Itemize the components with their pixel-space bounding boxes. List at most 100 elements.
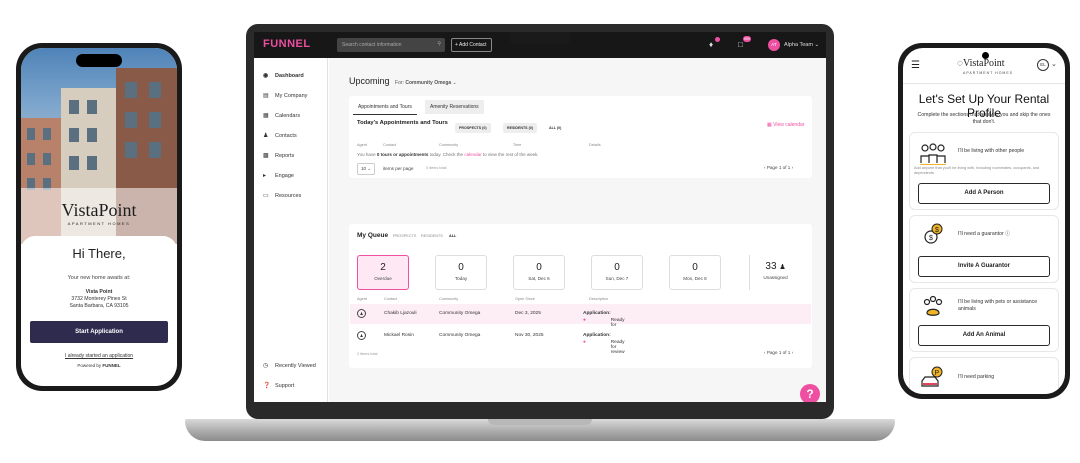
card-hint: Add anyone that you'll be living with, i… (914, 166, 1040, 175)
sidebar-item-resources[interactable]: ▭ Resources (263, 192, 301, 200)
info-icon[interactable]: ⓘ (1005, 231, 1010, 237)
queue-filter-all[interactable]: ALL (449, 234, 456, 238)
queue-pagination[interactable]: ‹ Page 1 of 1 › (764, 350, 793, 355)
view-calendar-link[interactable]: ▦ View calendar (767, 122, 804, 128)
queue-stat-sat[interactable]: 0 Sat, Dec 6 (513, 255, 565, 290)
search-icon: ⚲ (437, 41, 441, 47)
empty-post: to view the rest of the week. (481, 152, 539, 157)
team-selector[interactable]: Alpha Team ⌄ (784, 42, 819, 48)
powered-by: Powered by FUNNEL (21, 363, 177, 368)
queue-stat-sun[interactable]: 0 Sun, Dec 7 (591, 255, 643, 290)
welcome-card: Hi There, Your new home awaits at: Vista… (21, 236, 177, 386)
person-icon: ♟ (357, 309, 366, 318)
add-contact-icon: + (455, 42, 458, 48)
language-selector[interactable]: EL (1037, 59, 1049, 71)
sidebar-item-reports[interactable]: ▩ Reports (263, 152, 294, 160)
empty-message: You have 0 tours or appointments today. … (357, 152, 539, 157)
laptop-screen: FUNNEL Search contact information ⚲ + Ad… (254, 32, 826, 402)
community-name: Community Omega (405, 80, 452, 86)
tab-appointments[interactable]: Appointments and Tours (353, 100, 417, 115)
add-person-button[interactable]: Add A Person (918, 183, 1050, 204)
sidebar-item-calendars[interactable]: ▦ Calendars (263, 112, 300, 120)
camera-notch (509, 32, 571, 44)
card-label: I'll be living with other people (958, 148, 1025, 154)
desc-bold: Application: (583, 311, 611, 316)
help-button[interactable]: ? (800, 384, 820, 402)
invite-guarantor-button[interactable]: Invite A Guarantor (918, 256, 1050, 277)
col-community: Community (439, 143, 459, 147)
row-contact[interactable]: Chakib Ljazouli (384, 311, 417, 316)
people-icon (920, 143, 946, 165)
start-application-button[interactable]: Start Application (30, 321, 168, 343)
camera-dot (982, 52, 989, 59)
sidebar-item-engage[interactable]: ▸ Engage (263, 172, 294, 180)
tab-amenity-reservations[interactable]: Amenity Reservations (425, 100, 484, 114)
queue-stat-today[interactable]: 0 Today (435, 255, 487, 290)
stat-value: 33 (765, 261, 777, 272)
queue-filter-residents[interactable]: RESIDENTS (421, 234, 443, 238)
clock-icon: ◷ (263, 363, 269, 369)
menu-icon[interactable]: ☰ (911, 60, 920, 71)
filter-all[interactable]: ALL (0) (545, 123, 565, 133)
brand-text: VistaPoint (61, 200, 137, 220)
stat-label: Today (454, 276, 468, 281)
main-content: Upcoming For: Community Omega ⌄ Appointm… (329, 58, 826, 402)
chevron-down-icon[interactable]: ⌄ (1051, 60, 1057, 68)
sidebar-item-support[interactable]: ❓ Support (263, 382, 294, 390)
powered-by-label: Powered by (77, 363, 102, 368)
queue-col-community: Community (439, 297, 459, 301)
left-phone-screen: VistaPoint APARTMENT HOMES Hi There, You… (21, 48, 177, 386)
filter-prospects[interactable]: PROSPECTS (0) (455, 123, 491, 133)
queue-filter-prospects[interactable]: PROSPECTS (393, 234, 416, 238)
queue-title: My Queue (357, 232, 389, 239)
empty-mid: today. Check the (428, 152, 465, 157)
contacts-icon: ♟ (263, 133, 269, 139)
table-row[interactable]: ♟ Chakib Ljazouli Community Omega Dec 3,… (350, 304, 811, 333)
person-icon: ♟ (357, 331, 366, 340)
calendar-icon: ▦ (263, 113, 269, 119)
row-description: ●Application: Ready for review (583, 311, 625, 333)
calendar-link[interactable]: calendar (464, 152, 481, 157)
queue-col-open-since: Open Since (515, 297, 535, 301)
queue-stat-unassigned[interactable]: 33 ♟ Unassigned (749, 255, 801, 290)
right-phone-screen: ☰ ◌VistaPoint APARTMENT HOMES EL ⌄ Let's… (903, 48, 1065, 394)
queue-stat-mon[interactable]: 0 Mon, Dec 8 (669, 255, 721, 290)
row-community: Community Omega (439, 311, 481, 316)
alert-icon: ● (583, 340, 586, 345)
table-row[interactable]: ♟ Mickael Rosin Community Omega Nov 30, … (350, 326, 811, 355)
upcoming-title: Upcoming (349, 76, 390, 86)
filter-residents[interactable]: RESIDENTS (0) (503, 123, 537, 133)
sidebar-item-recently-viewed[interactable]: ◷ Recently Viewed (263, 362, 316, 370)
funnel-logo[interactable]: FUNNEL (263, 38, 311, 50)
building-icon: ▤ (263, 93, 269, 99)
brand-text: VistaPoint (962, 58, 1005, 69)
address-line2: Santa Barbara, CA 93105 (69, 303, 129, 309)
alert-icon: ● (583, 318, 586, 323)
svg-text:P: P (935, 370, 940, 377)
pagination[interactable]: ‹ Page 1 of 1 › (764, 165, 793, 170)
per-page-select[interactable]: 10 ⌄ (357, 163, 376, 175)
sidebar-item-contacts[interactable]: ♟ Contacts (263, 132, 297, 140)
paw-icon (923, 295, 943, 316)
search-input[interactable]: Search contact information ⚲ (337, 38, 445, 52)
sidebar: ◉ Dashboard ▤ My Company ▦ Calendars ♟ Conta… (254, 58, 328, 402)
intro-text: Your new home awaits at: (67, 275, 131, 281)
already-started-link[interactable]: I already started an application (21, 353, 177, 359)
row-contact[interactable]: Mickael Rosin (384, 333, 414, 338)
add-contact-button[interactable]: + Add Contact (451, 38, 492, 52)
add-animal-button[interactable]: Add An Animal (918, 325, 1050, 346)
left-phone: VistaPoint APARTMENT HOMES Hi There, You… (16, 43, 182, 391)
items-total: 0 items total (426, 166, 447, 170)
community-selector[interactable]: For: Community Omega ⌄ (395, 80, 457, 86)
laptop-groove (488, 419, 592, 425)
sidebar-item-dashboard[interactable]: ◉ Dashboard (263, 72, 304, 80)
reports-icon: ▩ (263, 153, 269, 159)
row-description: ●Application: Ready for review (583, 333, 625, 355)
queue-col-description: Description (589, 297, 608, 301)
card-label: I'll need parking (958, 374, 995, 380)
queue-stat-overdue[interactable]: 2 Overdue (357, 255, 409, 290)
queue-col-agent: Agent (357, 297, 367, 301)
sidebar-item-my-company[interactable]: ▤ My Company (263, 92, 307, 100)
section-title: Today's Appointments and Tours (357, 120, 448, 126)
avatar[interactable]: AT (768, 39, 780, 51)
